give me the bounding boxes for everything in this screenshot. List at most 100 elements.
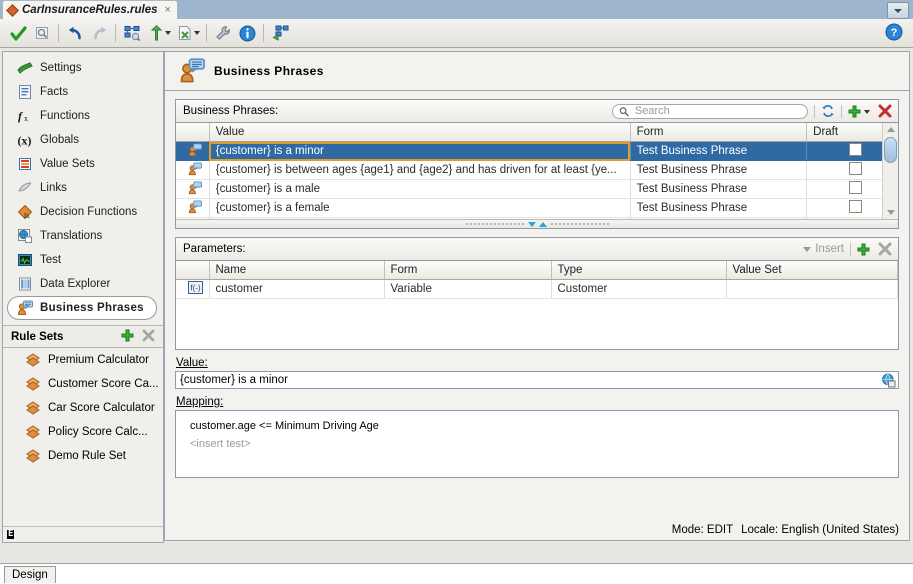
delete-phrase-button[interactable] <box>878 104 892 118</box>
sidebar-item-settings[interactable]: Settings <box>3 56 163 80</box>
sidebar-item-value-sets[interactable]: Value Sets <box>3 152 163 176</box>
sidebar-item-test[interactable]: Test <box>3 248 163 272</box>
column-header-value-set[interactable]: Value Set <box>726 261 898 280</box>
exclude-button[interactable] <box>173 21 197 45</box>
cell-value[interactable]: {customer} is a male <box>209 179 631 199</box>
column-header-name[interactable]: Name <box>209 261 385 280</box>
table-row[interactable]: {customer} is a male Test Business Phras… <box>176 179 898 199</box>
column-header-form[interactable]: Form <box>630 123 808 142</box>
cell-value[interactable]: {customer} is between ages {age1} and {a… <box>209 160 631 180</box>
x-icon <box>142 329 155 341</box>
add-rule-set-button[interactable] <box>121 329 134 345</box>
table-row[interactable]: {customer} is a minor Test Business Phra… <box>176 141 898 161</box>
tab-design[interactable]: Design <box>4 566 56 583</box>
rule-set-item-car-score-calculator[interactable]: Car Score Calculator <box>3 396 163 420</box>
delete-parameter-button[interactable] <box>878 242 892 256</box>
column-header-icon[interactable] <box>176 261 210 280</box>
close-icon[interactable]: × <box>162 4 171 16</box>
cell-value-set[interactable] <box>726 279 898 299</box>
help-button[interactable]: ? <box>885 23 905 43</box>
rule-sets-title: Rule Sets <box>11 330 64 343</box>
chevron-down-icon[interactable] <box>803 246 812 252</box>
value-input-row[interactable]: {customer} is a minor <box>175 371 899 389</box>
status-locale: Locale: English (United States) <box>741 524 899 536</box>
undo-button[interactable] <box>63 21 87 45</box>
rule-set-item-customer-score-calculator[interactable]: Customer Score Ca... <box>3 372 163 396</box>
value-input[interactable]: {customer} is a minor <box>180 374 881 386</box>
cell-form[interactable]: Test Business Phrase <box>630 160 808 180</box>
toolbar-separator <box>841 104 842 118</box>
sidebar-item-facts[interactable]: Facts <box>3 80 163 104</box>
collapse-icon[interactable]: E <box>7 530 15 539</box>
sidebar-item-decision-functions[interactable]: fx Decision Functions <box>3 200 163 224</box>
search-input[interactable] <box>632 104 801 118</box>
sidebar-item-business-phrases[interactable]: Business Phrases <box>7 296 157 320</box>
scroll-down-button[interactable] <box>883 206 898 219</box>
collapse-down-icon[interactable] <box>527 221 536 227</box>
mapping-editor[interactable]: customer.age <= Minimum Driving Age <ins… <box>175 410 899 478</box>
tools-button[interactable] <box>211 21 235 45</box>
draft-checkbox[interactable] <box>848 200 862 213</box>
rule-set-item-premium-calculator[interactable]: Premium Calculator <box>3 348 163 372</box>
collapse-up-icon[interactable] <box>538 221 547 227</box>
validate-button[interactable] <box>6 21 30 45</box>
document-tab-carinsurancerules[interactable]: CarInsuranceRules.rules × <box>2 0 178 19</box>
scrollbar-thumb[interactable] <box>884 137 897 163</box>
insert-button[interactable]: Insert <box>815 243 844 255</box>
chevron-down-icon[interactable] <box>864 110 870 114</box>
chevron-down-icon <box>886 210 895 215</box>
draft-checkbox[interactable] <box>848 181 862 194</box>
window-menu-button[interactable] <box>887 2 909 19</box>
table-row[interactable]: {customer} is a female Test Business Phr… <box>176 198 898 218</box>
rule-set-item-demo-rule-set[interactable]: Demo Rule Set <box>3 444 163 468</box>
info-button[interactable] <box>235 21 259 45</box>
column-header-type[interactable]: Type <box>551 261 727 280</box>
cell-value[interactable]: {customer} is a female <box>209 198 631 218</box>
draft-checkbox[interactable] <box>848 143 862 156</box>
section-splitter[interactable] <box>176 219 898 228</box>
search-box[interactable] <box>612 103 808 119</box>
sidebar-item-translations[interactable]: Translations <box>3 224 163 248</box>
cell-form[interactable]: Test Business Phrase <box>630 179 808 199</box>
mapping-insert-placeholder[interactable]: <insert test> <box>190 438 898 450</box>
cell-value[interactable]: {customer} is a minor <box>209 141 631 161</box>
add-phrase-button[interactable] <box>848 105 861 118</box>
table-vertical-scrollbar[interactable] <box>882 123 898 219</box>
scroll-up-button[interactable] <box>883 123 898 136</box>
value-label: Value: <box>176 357 208 369</box>
delete-rule-set-button[interactable] <box>142 329 155 345</box>
value-globe-button[interactable] <box>881 373 896 388</box>
add-parameter-button[interactable] <box>857 243 870 256</box>
column-header-value[interactable]: Value <box>209 123 631 142</box>
cell-form[interactable]: Test Business Phrase <box>630 198 808 218</box>
cell-form[interactable]: Variable <box>384 279 552 299</box>
mapping-expression[interactable]: customer.age <= Minimum Driving Age <box>190 420 898 432</box>
toolbar-separator <box>206 24 207 42</box>
cell-value[interactable]: {customer} is single <box>209 217 631 219</box>
sidebar-item-label: Value Sets <box>40 158 95 170</box>
refresh-button[interactable] <box>821 104 835 118</box>
cell-form[interactable]: Test Business Phrase <box>630 217 808 219</box>
plus-icon <box>857 243 870 255</box>
sidebar-item-links[interactable]: Links <box>3 176 163 200</box>
table-row[interactable]: {customer} is single Test Business Phras… <box>176 217 898 219</box>
search-source-button[interactable] <box>30 21 54 45</box>
promote-button[interactable] <box>144 21 168 45</box>
globe-add-icon <box>882 373 896 387</box>
redo-button[interactable] <box>87 21 111 45</box>
rule-set-item-policy-score-calculator[interactable]: Policy Score Calc... <box>3 420 163 444</box>
cell-form[interactable]: Test Business Phrase <box>630 141 808 161</box>
column-header-icon[interactable] <box>176 123 210 142</box>
sidebar-item-functions[interactable]: f x Functions <box>3 104 163 128</box>
table-row[interactable]: f(-) customer Variable Customer <box>176 279 898 299</box>
cell-name[interactable]: customer <box>209 279 385 299</box>
cell-type[interactable]: Customer <box>551 279 727 299</box>
sidebar-item-data-explorer[interactable]: Data Explorer <box>3 272 163 296</box>
draft-checkbox[interactable] <box>848 162 862 175</box>
column-header-form[interactable]: Form <box>384 261 552 280</box>
sidebar-item-globals[interactable]: (x) Globals <box>3 128 163 152</box>
dictionary-button[interactable] <box>268 21 292 45</box>
run-button[interactable] <box>120 21 144 45</box>
table-row[interactable]: {customer} is between ages {age1} and {a… <box>176 160 898 180</box>
sidebar-item-label: Facts <box>40 86 69 98</box>
